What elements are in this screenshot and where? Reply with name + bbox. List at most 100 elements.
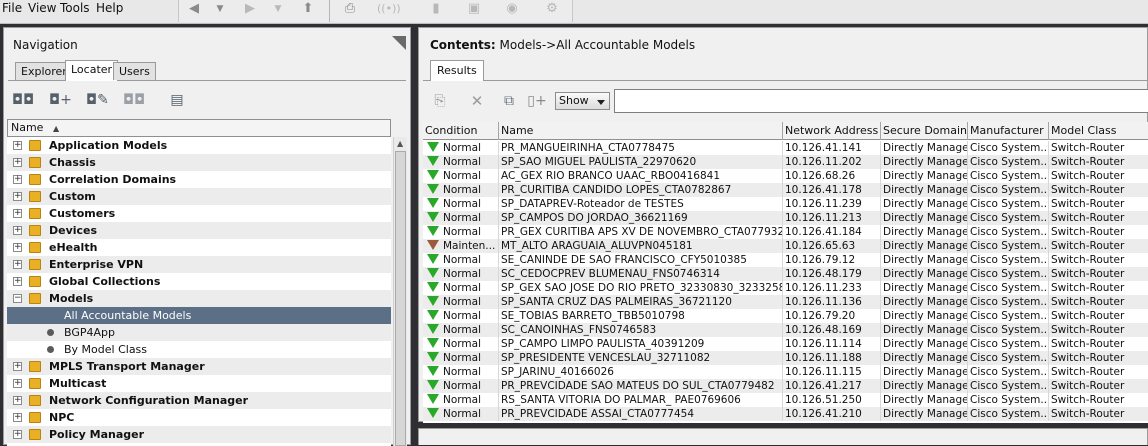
tree-item[interactable]: + Chassis — [7, 154, 391, 171]
tree-item[interactable]: + NPC — [7, 409, 391, 426]
table-row[interactable]: Normal SP_DATAPREV-Roteador de TESTES 10.1… — [423, 197, 1148, 211]
settings-device-icon[interactable]: ⚙ — [541, 0, 563, 18]
stack-edit-icon[interactable]: ⧉ — [499, 92, 519, 110]
expand-icon[interactable]: + — [13, 192, 22, 201]
back-dropdown-icon[interactable]: ▼ — [209, 0, 231, 18]
table-row[interactable]: Normal PR_CURITIBA CANDIDO LOPES_CTA07828… — [423, 183, 1148, 197]
tree-item[interactable]: + Network Configuration Manager — [7, 392, 391, 409]
folder-icon — [29, 293, 41, 304]
alarm-icon[interactable]: ◉ — [501, 0, 523, 18]
cell-name: SP_SAO MIGUEL PAULISTA_22970620 — [499, 155, 783, 169]
column-header-name[interactable]: Name — [499, 122, 783, 140]
tree-column-header[interactable]: Name ▲ — [7, 119, 391, 137]
table-row[interactable]: Normal SP_SAO MIGUEL PAULISTA_22970620 10.… — [423, 155, 1148, 169]
table-row[interactable]: Normal PR_MANGUEIRINHA_CTA0778475 10.126.4… — [423, 141, 1148, 155]
expand-icon[interactable]: + — [13, 277, 22, 286]
forward-arrow-icon[interactable]: ▶ — [239, 0, 261, 18]
table-row[interactable]: Normal PR_PREVCIDADE ASSAI_CTA0777454 10.1… — [423, 407, 1148, 421]
tree-item[interactable]: + eHealth — [7, 239, 391, 256]
binoculars-edit-icon[interactable]: ◘✎ — [86, 90, 109, 110]
expand-icon[interactable]: + — [13, 243, 22, 252]
column-header-manufacturer[interactable]: Manufacturer — [968, 122, 1049, 140]
tree-item[interactable]: + Correlation Domains — [7, 171, 391, 188]
cell-name: SE_TOBIAS BARRETO_TBB5010798 — [499, 309, 783, 323]
device-icon[interactable]: ▮ — [425, 0, 447, 18]
copy-icon[interactable]: ⎘ — [430, 92, 450, 110]
table-row[interactable]: Normal RS_SANTA VITORIA DO PALMAR_ PAE076… — [423, 393, 1148, 407]
binoculars-icon[interactable]: ◘◘ — [12, 90, 34, 110]
table-row[interactable]: Normal SP_JARINU_40166026 10.126.11.115 Dir… — [423, 365, 1148, 379]
cell-manufacturer: Cisco System... — [970, 379, 1049, 393]
cell-condition: Normal — [423, 225, 499, 239]
expand-icon[interactable]: + — [13, 396, 22, 405]
table-row[interactable]: Normal PR_PREVCIDADE SAO MATEUS DO SUL_CT… — [423, 379, 1148, 393]
expand-icon[interactable]: + — [13, 379, 22, 388]
tree-item[interactable]: By Model Class — [7, 341, 391, 358]
expand-icon[interactable]: + — [13, 260, 22, 269]
table-row[interactable]: Normal SP_PRESIDENTE VENCESLAU_32711082 10… — [423, 351, 1148, 365]
tree-item[interactable]: + Custom — [7, 188, 391, 205]
column-header-network-address[interactable]: Network Address — [783, 122, 881, 140]
folder-search-icon[interactable]: ▤ — [166, 90, 188, 110]
expand-icon[interactable]: + — [13, 175, 22, 184]
delete-icon[interactable]: ✕ — [467, 92, 487, 110]
tab-results[interactable]: Results — [430, 60, 484, 81]
scrollbar-thumb[interactable] — [395, 151, 406, 446]
table-row[interactable]: Normal PR_GEX CURITIBA APS XV DE NOVEMBRO… — [423, 225, 1148, 239]
print-icon[interactable]: ⎙ — [339, 0, 361, 18]
filter-input[interactable] — [614, 89, 1148, 113]
broadcast-icon[interactable]: ((•)) — [377, 0, 401, 18]
table-row[interactable]: Normal SP_CAMPOS DO JORDAO_36621169 10.126… — [423, 211, 1148, 225]
tree-item[interactable]: + Policy Manager — [7, 426, 391, 443]
tree-item[interactable]: + MPLS Transport Manager — [7, 358, 391, 375]
expand-icon[interactable]: + — [13, 430, 22, 439]
collapse-icon[interactable]: − — [13, 294, 22, 303]
tree-item[interactable]: + Multicast — [7, 375, 391, 392]
column-header-secure-domain[interactable]: Secure Domain — [881, 122, 968, 140]
tab-locater[interactable]: Locater — [65, 60, 119, 81]
tree-item[interactable]: BGP4App — [7, 324, 391, 341]
table-row[interactable]: Normal SP_CAMPO LIMPO PAULISTA_40391209 10… — [423, 337, 1148, 351]
column-header-condition[interactable]: Condition — [423, 122, 499, 140]
table-row[interactable]: Normal SE_TOBIAS BARRETO_TBB5010798 10.126… — [423, 309, 1148, 323]
expand-icon[interactable]: + — [13, 226, 22, 235]
expand-icon[interactable]: + — [13, 362, 22, 371]
expand-icon[interactable]: + — [13, 209, 22, 218]
tree-item[interactable]: − Models — [7, 290, 391, 307]
panel-corner-icon[interactable] — [392, 36, 406, 50]
up-folder-icon[interactable]: ⬆ — [297, 0, 319, 18]
table-row[interactable]: Normal SP_GEX SAO JOSE DO RIO PRETO_32330… — [423, 281, 1148, 295]
menu-tools[interactable]: Tools — [60, 0, 90, 16]
lock-device-icon[interactable]: ▣ — [463, 0, 485, 18]
menu-view[interactable]: View — [28, 0, 56, 16]
tree-item[interactable]: + Customers — [7, 205, 391, 222]
expand-icon[interactable]: + — [13, 141, 22, 150]
back-arrow-icon[interactable]: ◀ — [183, 0, 205, 18]
contents-title: Contents: Models->All Accountable Models — [430, 38, 695, 52]
show-select[interactable]: Show — [555, 92, 610, 110]
table-row[interactable]: Normal SP_SANTA CRUZ DAS PALMEIRAS_367211… — [423, 295, 1148, 309]
table-row[interactable]: Normal SC_CEDOCPREV BLUMENAU_FNS0746314 10… — [423, 267, 1148, 281]
expand-icon[interactable]: + — [13, 413, 22, 422]
tree-scrollbar[interactable]: ▲ — [393, 137, 407, 446]
menu-help[interactable]: Help — [96, 0, 123, 16]
table-row[interactable]: Normal AC_GEX RIO BRANCO UAAC_RBO0416841 1… — [423, 169, 1148, 183]
expand-icon[interactable]: + — [13, 158, 22, 167]
scroll-up-icon[interactable]: ▲ — [397, 139, 403, 148]
tree-item[interactable]: + Enterprise VPN — [7, 256, 391, 273]
tree-item[interactable]: + Application Models — [7, 137, 391, 154]
tree-item[interactable]: + Global Collections — [7, 273, 391, 290]
tree-item-label: Network Configuration Manager — [49, 394, 249, 407]
column-header-model-class[interactable]: Model Class — [1049, 122, 1148, 140]
binoculars-add-icon[interactable]: ◘+ — [49, 90, 72, 110]
binoculars-delete-icon[interactable]: ◘◘ — [123, 90, 145, 110]
tree-item[interactable]: All Accountable Models — [7, 307, 391, 324]
table-row[interactable]: Mainten... MT_ALTO ARAGUAIA_ALUVPN045181 1… — [423, 239, 1148, 253]
table-row[interactable]: Normal SE_CANINDE DE SAO FRANCISCO_CFY501… — [423, 253, 1148, 267]
forward-dropdown-icon[interactable]: ▼ — [267, 0, 289, 18]
table-row[interactable]: Normal SC_CANOINHAS_FNS0746583 10.126.48.1… — [423, 323, 1148, 337]
add-device-icon[interactable]: ▯+ — [527, 92, 547, 110]
menu-file[interactable]: File — [2, 0, 22, 16]
tree-item[interactable]: + Devices — [7, 222, 391, 239]
tab-users[interactable]: Users — [113, 62, 156, 80]
